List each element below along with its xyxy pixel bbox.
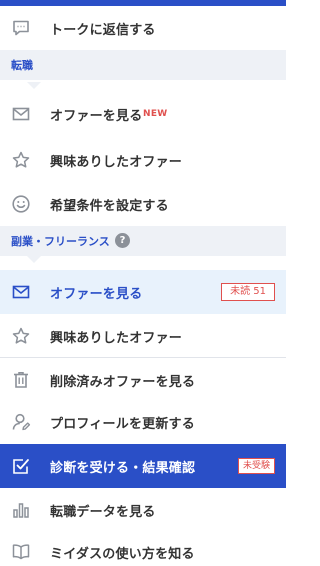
menu-item-label: ミイダスの使い方を知る — [50, 546, 195, 562]
side-menu: トークに返信する 転職 オファーを見る NEW 興味ありしたオファー 希望条件を… — [0, 0, 286, 566]
help-icon[interactable]: ? — [115, 233, 130, 248]
menu-item-label: 興味ありしたオファー — [50, 154, 183, 170]
book-icon — [11, 542, 31, 562]
menu-item-label: オファーを見る — [50, 108, 143, 124]
menu-item-label: 興味ありしたオファー — [50, 330, 183, 346]
smile-icon — [11, 194, 31, 214]
menu-item-diagnosis[interactable]: 診断を受ける・結果確認 未受験 — [0, 444, 286, 488]
checkbox-icon — [11, 456, 31, 476]
profile-edit-icon — [11, 412, 31, 432]
chat-bubble-icon — [11, 18, 31, 38]
menu-item-label: トークに返信する — [50, 22, 156, 38]
menu-item-label: 診断を受ける・結果確認 — [50, 460, 196, 476]
section-notch — [27, 256, 41, 263]
section-title: 転職 — [11, 59, 33, 72]
menu-item-career-data[interactable]: 転職データを見る — [0, 488, 286, 532]
menu-item-career-interested[interactable]: 興味ありしたオファー — [0, 138, 286, 182]
trash-icon — [11, 370, 31, 390]
section-title: 副業・フリーランス — [11, 235, 110, 248]
section-header-side-job: 副業・フリーランス ? — [0, 226, 286, 256]
section-header-career: 転職 — [0, 50, 286, 80]
menu-item-label: 希望条件を設定する — [50, 198, 169, 214]
menu-item-deleted-offers[interactable]: 削除済みオファーを見る — [0, 358, 286, 402]
unread-count-badge: 未読 51 — [221, 283, 275, 301]
menu-item-side-interested[interactable]: 興味ありしたオファー — [0, 314, 286, 358]
star-icon — [11, 150, 31, 170]
menu-item-side-offers[interactable]: オファーを見る 未読 51 — [0, 270, 286, 314]
menu-item-career-offers[interactable]: オファーを見る NEW — [0, 92, 286, 136]
bar-chart-icon — [11, 500, 31, 520]
star-icon — [11, 326, 31, 346]
menu-item-label: オファーを見る — [50, 286, 143, 302]
menu-item-reply-talk[interactable]: トークに返信する — [0, 6, 286, 50]
menu-item-label: 削除済みオファーを見る — [50, 374, 196, 390]
menu-item-how-to-use[interactable]: ミイダスの使い方を知る — [0, 530, 286, 566]
section-notch — [27, 82, 41, 89]
mail-icon — [11, 104, 31, 124]
mail-icon — [11, 282, 31, 302]
menu-item-career-preferences[interactable]: 希望条件を設定する — [0, 182, 286, 226]
not-taken-badge: 未受験 — [237, 458, 275, 474]
new-badge: NEW — [143, 109, 168, 119]
menu-item-label: 転職データを見る — [50, 504, 156, 520]
menu-item-label: プロフィールを更新する — [50, 416, 195, 432]
menu-item-update-profile[interactable]: プロフィールを更新する — [0, 400, 286, 444]
